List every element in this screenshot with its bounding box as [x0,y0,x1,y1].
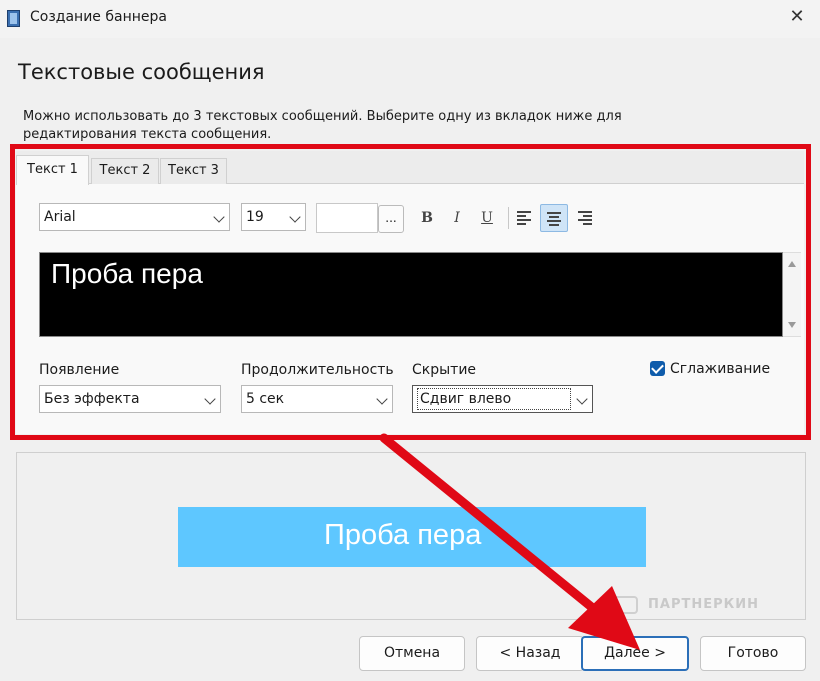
font-select-value: Arial [44,209,76,225]
back-button[interactable]: < Назад [476,636,584,671]
tab-text-3[interactable]: Текст 3 [160,158,227,184]
close-button[interactable]: ✕ [774,0,820,36]
hiding-label: Скрытие [412,362,477,378]
banner-preview: Проба пера [16,452,806,620]
chevron-down-icon [376,393,388,405]
align-center-button[interactable] [540,204,568,232]
done-button[interactable]: Готово [700,636,806,671]
tab-strip: Текст 1 Текст 2 Текст 3 [16,151,804,185]
size-select-value: 19 [246,209,264,225]
cancel-button[interactable]: Отмена [359,636,465,671]
scroll-down-icon[interactable] [788,322,796,328]
chevron-down-icon [204,393,216,405]
appearance-select-value: Без эффекта [44,391,140,407]
align-right-icon [578,210,592,225]
appearance-select[interactable]: Без эффекта [39,385,221,413]
hiding-select-value: Сдвиг влево [417,388,571,410]
underline-button[interactable]: U [473,204,501,232]
film-icon [7,10,20,27]
toolbar-separator [508,207,509,229]
color-preview [316,203,378,233]
editor-scrollbar[interactable] [783,252,801,337]
preview-banner-text: Проба пера [324,519,482,551]
size-select[interactable]: 19 [241,203,306,231]
page-title: Текстовые сообщения [18,60,265,84]
text-message-panel: Текст 1 Текст 2 Текст 3 Arial 19 ... B I… [16,151,804,434]
font-select[interactable]: Arial [39,203,230,231]
align-left-icon [517,210,531,225]
hiding-select[interactable]: Сдвиг влево [412,385,593,413]
smoothing-checkbox[interactable] [650,361,665,376]
next-button[interactable]: Далее > [581,636,689,671]
message-text-editor[interactable]: Проба пера [39,252,783,337]
scroll-up-icon[interactable] [788,261,796,267]
duration-select[interactable]: 5 сек [241,385,393,413]
chevron-down-icon [576,393,588,405]
chevron-down-icon [213,211,225,223]
duration-label: Продолжительность [241,362,394,378]
italic-button[interactable]: I [443,204,471,232]
color-picker-button[interactable]: ... [378,205,404,233]
align-left-button[interactable] [510,204,538,232]
appearance-label: Появление [39,362,120,378]
preview-banner: Проба пера [178,507,646,567]
editor-text: Проба пера [51,258,203,289]
align-right-button[interactable] [571,204,599,232]
page-description: Можно использовать до 3 текстовых сообще… [23,109,622,142]
chevron-down-icon [289,211,301,223]
bold-button[interactable]: B [413,204,441,232]
watermark-logo-icon [612,596,638,614]
title-bar: Создание баннера ✕ [0,0,820,38]
tab-text-1[interactable]: Текст 1 [16,155,89,185]
window-title: Создание баннера [30,9,167,25]
duration-select-value: 5 сек [246,391,285,407]
tab-text-2[interactable]: Текст 2 [91,158,159,184]
watermark: ПАРТНЕРКИН [648,597,760,612]
align-center-icon [547,211,561,226]
smoothing-label[interactable]: Сглаживание [670,361,770,377]
